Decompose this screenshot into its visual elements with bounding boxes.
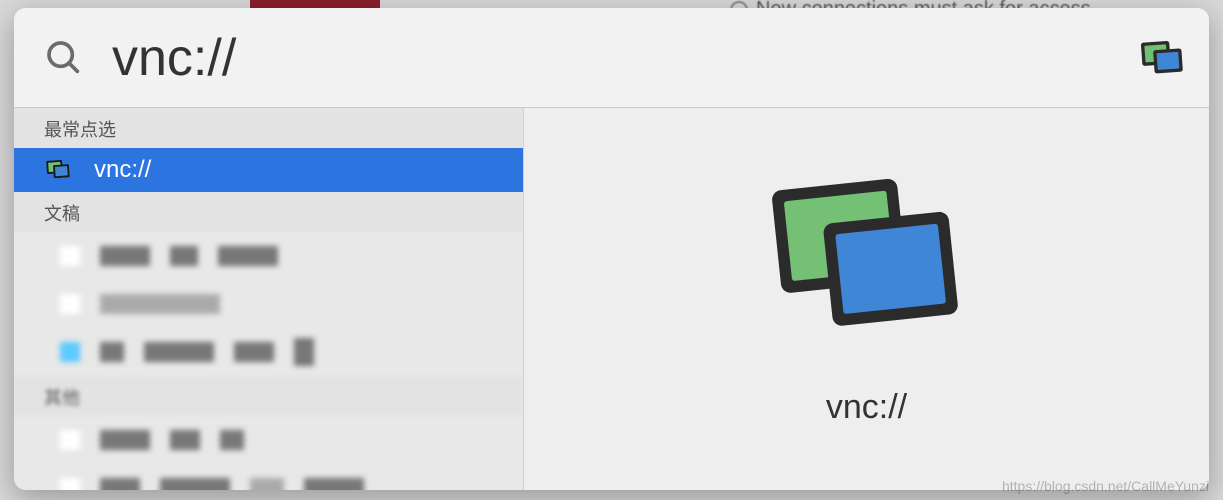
redacted-text	[294, 338, 314, 366]
category-label-other: 其他	[14, 376, 523, 416]
redacted-text	[100, 342, 124, 362]
spotlight-search-input[interactable]	[84, 28, 1179, 88]
redacted-text	[100, 246, 150, 266]
result-item-label: vnc://	[94, 156, 151, 184]
result-item-vnc[interactable]: vnc://	[14, 148, 523, 192]
redacted-text	[144, 342, 214, 362]
search-icon	[44, 38, 84, 78]
redacted-text	[220, 430, 244, 450]
file-icon	[60, 246, 80, 266]
redacted-text	[170, 430, 200, 450]
list-item[interactable]	[14, 280, 523, 328]
file-icon	[60, 430, 80, 450]
spotlight-window: 最常点选 vnc:// 文稿	[14, 8, 1209, 490]
redacted-text	[100, 430, 150, 450]
list-item[interactable]	[14, 328, 523, 376]
redacted-text	[160, 478, 230, 490]
redacted-text	[170, 246, 198, 266]
preview-pane: vnc://	[524, 108, 1209, 490]
screen-sharing-icon	[44, 158, 72, 182]
redacted-text	[100, 478, 140, 490]
redacted-text	[218, 246, 278, 266]
preview-title: vnc://	[826, 388, 907, 427]
list-item[interactable]	[14, 232, 523, 280]
redacted-text	[100, 294, 220, 314]
watermark-text: https://blog.csdn.net/CallMeYunzi	[1002, 478, 1209, 494]
file-icon	[60, 294, 80, 314]
redacted-text	[234, 342, 274, 362]
redacted-text	[250, 478, 284, 490]
screen-sharing-icon	[1137, 38, 1187, 80]
results-list: 最常点选 vnc:// 文稿	[14, 108, 524, 490]
redacted-text	[304, 478, 364, 490]
list-item[interactable]	[14, 464, 523, 490]
category-label-documents: 文稿	[14, 192, 523, 232]
screen-sharing-icon	[762, 172, 972, 352]
list-item[interactable]	[14, 416, 523, 464]
category-label-top-hits: 最常点选	[14, 108, 523, 148]
search-bar	[14, 8, 1209, 108]
file-icon	[60, 478, 80, 490]
file-icon	[60, 342, 80, 362]
